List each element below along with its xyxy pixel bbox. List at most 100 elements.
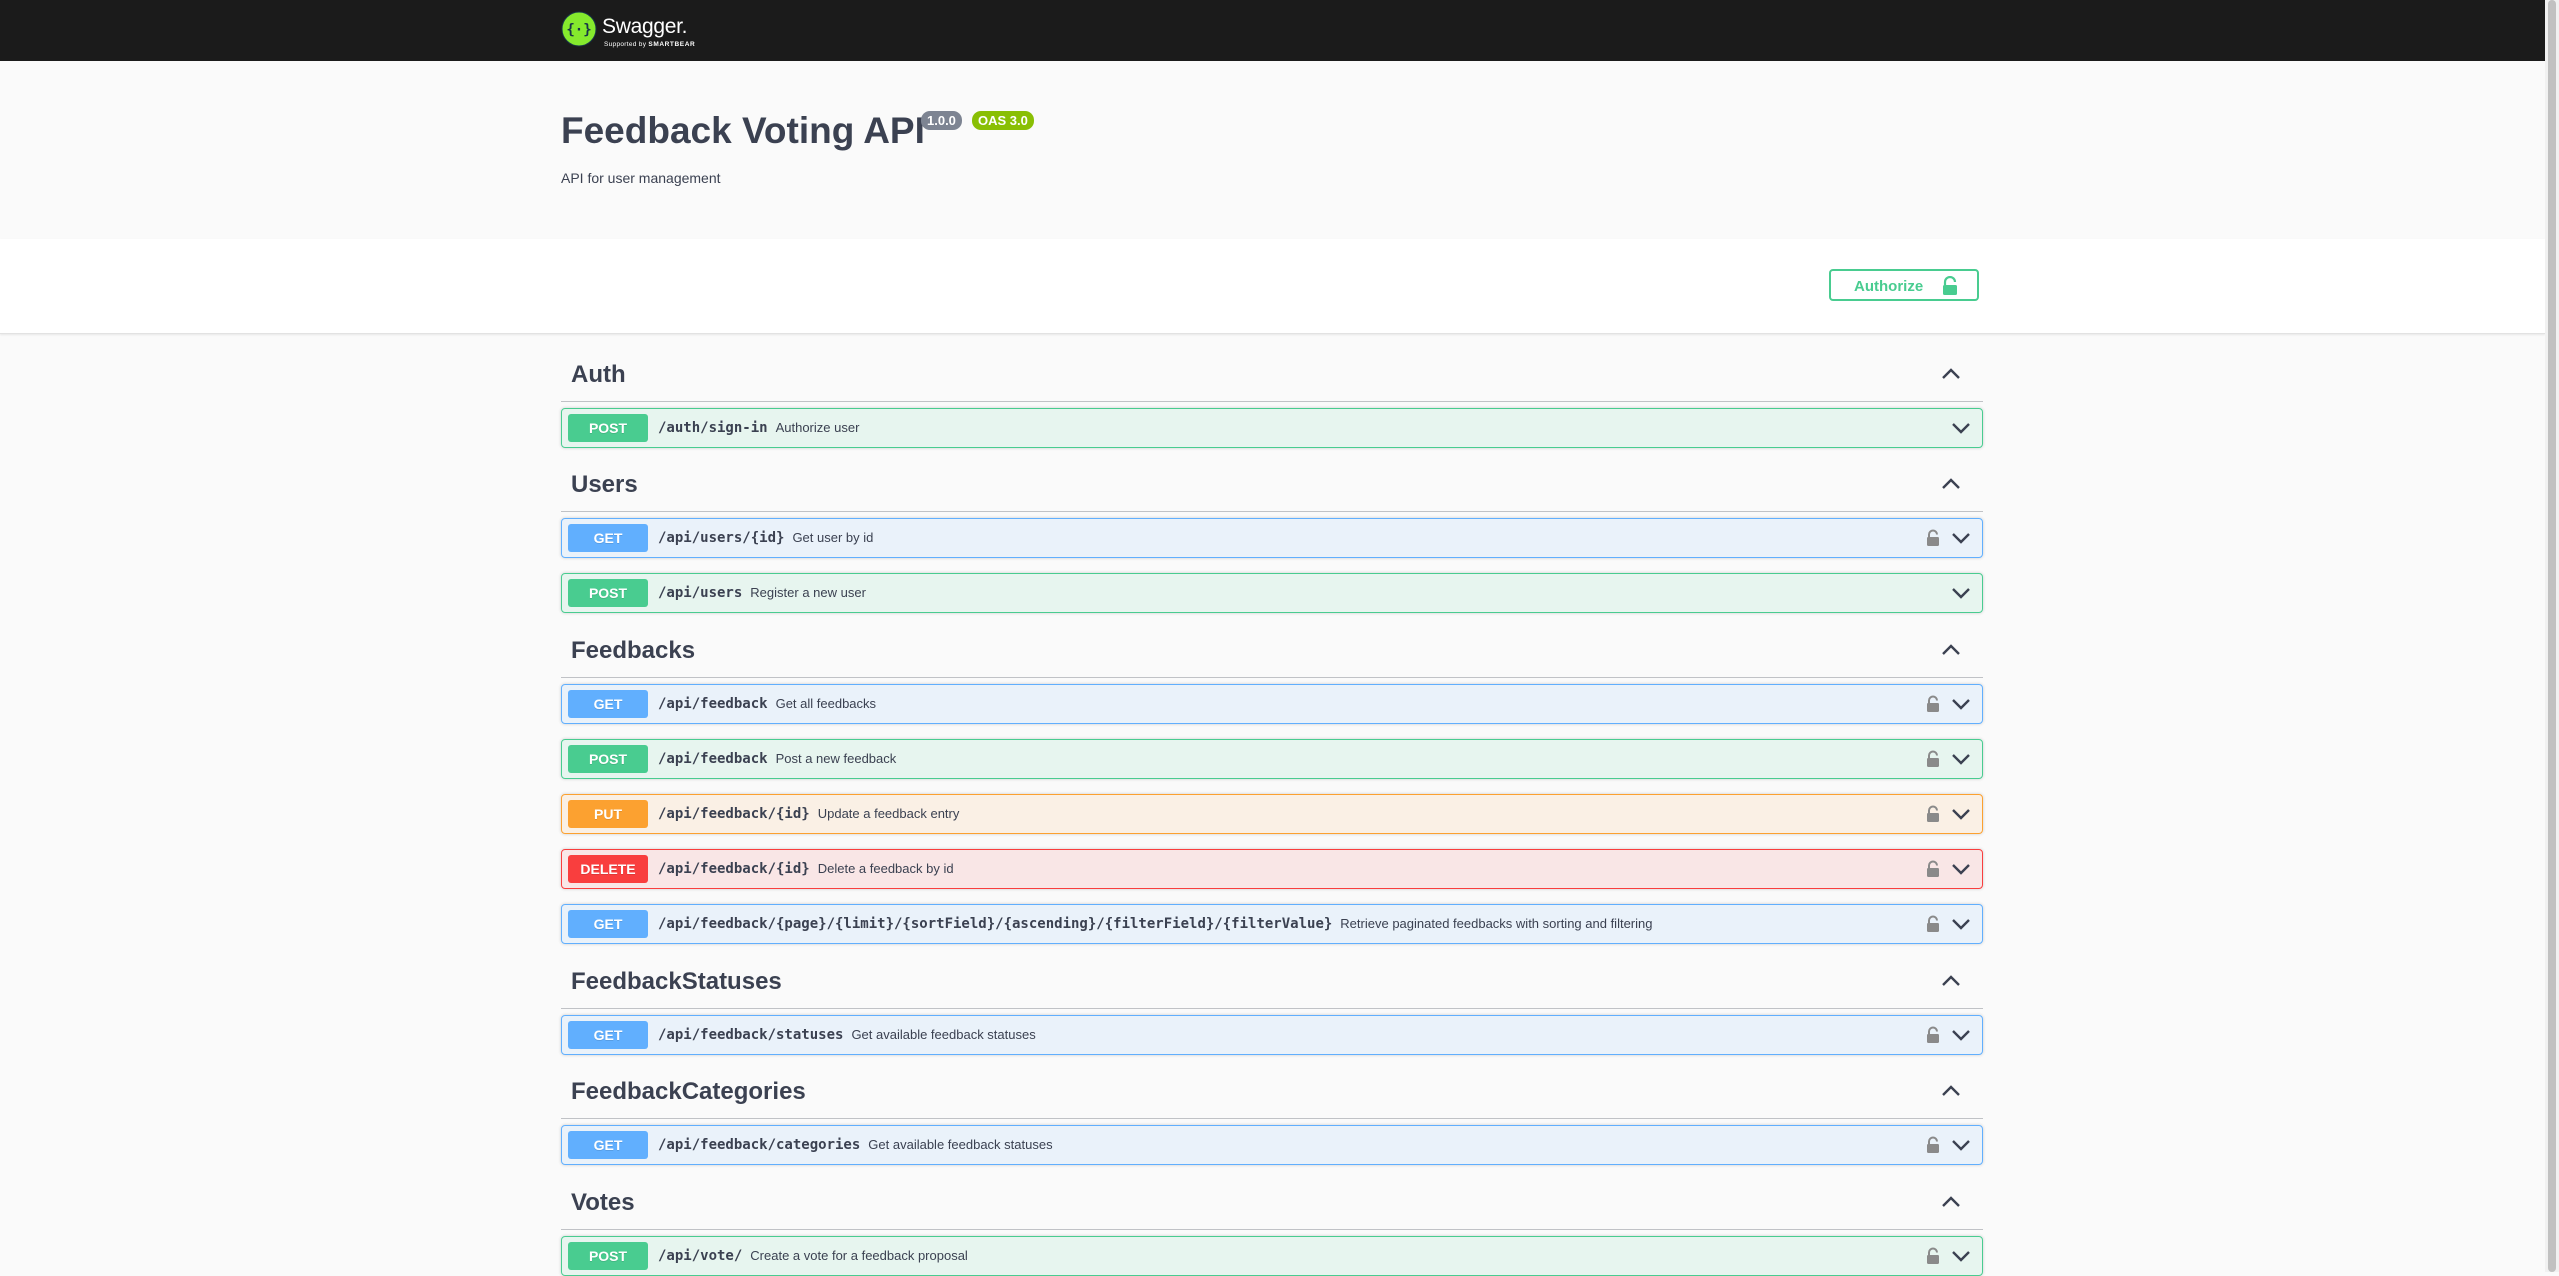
swagger-logo[interactable]: {·} Swagger. Supported by SMARTBEAR bbox=[561, 11, 721, 51]
operation-summary: Update a feedback entry bbox=[817, 806, 960, 821]
operation-path: /api/vote/ bbox=[658, 1248, 743, 1264]
lock-icon[interactable] bbox=[1925, 529, 1941, 547]
operation-row[interactable]: GET/api/feedback/statuses Get available f… bbox=[561, 1015, 1983, 1055]
lock-open-icon bbox=[1943, 276, 1957, 295]
expand-toggle[interactable] bbox=[1951, 862, 1971, 881]
tag-section-feedbackstatuses[interactable]: FeedbackStatuses bbox=[561, 958, 1983, 1009]
lock-icon[interactable] bbox=[1925, 1136, 1941, 1154]
operation-summary-line: /auth/sign-in Authorize user bbox=[658, 409, 859, 447]
operation-path: /api/feedback/statuses bbox=[658, 1027, 844, 1043]
lock-icon[interactable] bbox=[1925, 1247, 1941, 1265]
operation-summary: Retrieve paginated feedbacks with sortin… bbox=[1340, 916, 1653, 931]
expand-toggle[interactable] bbox=[1951, 697, 1971, 716]
method-badge: PUT bbox=[568, 800, 648, 828]
expand-toggle[interactable] bbox=[1951, 752, 1971, 771]
tag-section-auth[interactable]: Auth bbox=[561, 351, 1983, 402]
api-description: API for user management bbox=[561, 170, 721, 186]
chevron-down-icon bbox=[1952, 423, 1970, 434]
operation-summary: Register a new user bbox=[750, 585, 866, 600]
smartbear-text: SMARTBEAR bbox=[648, 41, 696, 48]
collapse-toggle[interactable] bbox=[1941, 477, 1961, 496]
authorize-button[interactable]: Authorize bbox=[1829, 269, 1979, 301]
chevron-down-icon bbox=[1952, 533, 1970, 544]
operation-row[interactable]: GET/api/feedback Get all feedbacks bbox=[561, 684, 1983, 724]
operation-summary-line: /api/users Register a new user bbox=[658, 574, 866, 612]
lock-icon[interactable] bbox=[1925, 695, 1941, 713]
tag-name: Feedbacks bbox=[571, 637, 696, 664]
collapse-toggle[interactable] bbox=[1941, 974, 1961, 993]
tag-name: Votes bbox=[571, 1189, 635, 1216]
operation-path: /api/users bbox=[658, 585, 743, 601]
chevron-up-icon bbox=[1942, 478, 1960, 489]
expand-toggle[interactable] bbox=[1951, 531, 1971, 550]
tag-section-feedbacks[interactable]: Feedbacks bbox=[561, 627, 1983, 678]
chevron-down-icon bbox=[1952, 699, 1970, 710]
operation-row[interactable]: GET/api/users/{id} Get user by id bbox=[561, 518, 1983, 558]
scheme-container: Authorize bbox=[0, 239, 2545, 334]
expand-toggle[interactable] bbox=[1951, 1138, 1971, 1157]
method-badge: POST bbox=[568, 1242, 648, 1270]
lock-icon[interactable] bbox=[1925, 1026, 1941, 1044]
operation-path: /api/users/{id} bbox=[658, 530, 785, 546]
chevron-up-icon bbox=[1942, 368, 1960, 379]
operation-row[interactable]: GET/api/feedback/{page}/{limit}/{sortFie… bbox=[561, 904, 1983, 944]
expand-toggle[interactable] bbox=[1951, 421, 1971, 440]
topbar: {·} Swagger. Supported by SMARTBEAR bbox=[0, 0, 2545, 61]
operation-summary: Create a vote for a feedback proposal bbox=[750, 1248, 968, 1263]
lock-icon[interactable] bbox=[1925, 860, 1941, 878]
expand-toggle[interactable] bbox=[1951, 586, 1971, 605]
operation-summary-line: /api/vote/Create a vote for a feedback p… bbox=[658, 1237, 968, 1275]
tag-name: Auth bbox=[571, 361, 626, 388]
chevron-down-icon bbox=[1952, 588, 1970, 599]
collapse-toggle[interactable] bbox=[1941, 1084, 1961, 1103]
chevron-down-icon bbox=[1952, 1251, 1970, 1262]
tag-section-users[interactable]: Users bbox=[561, 461, 1983, 512]
supported-by-text: Supported by bbox=[604, 41, 647, 48]
lock-icon[interactable] bbox=[1925, 805, 1941, 823]
operation-summary-line: /api/users/{id} Get user by id bbox=[658, 519, 873, 557]
operation-row[interactable]: DELETE/api/feedback/{id} Delete a feedbac… bbox=[561, 849, 1983, 889]
operation-summary: Get available feedback statuses bbox=[851, 1027, 1036, 1042]
svg-text:{·}: {·} bbox=[566, 22, 591, 38]
operation-summary-line: /api/feedback/{page}/{limit}/{sortField}… bbox=[658, 905, 1652, 943]
scrollbar-thumb[interactable] bbox=[2548, 0, 2556, 1272]
operation-summary: Delete a feedback by id bbox=[817, 861, 954, 876]
expand-toggle[interactable] bbox=[1951, 807, 1971, 826]
info-section: Feedback Voting API 1.0.0 OAS 3.0 API fo… bbox=[0, 61, 2545, 239]
operation-row[interactable]: POST/api/feedback Post a new feedback bbox=[561, 739, 1983, 779]
operation-row[interactable]: PUT/api/feedback/{id} Update a feedback e… bbox=[561, 794, 1983, 834]
operation-path: /api/feedback/{page}/{limit}/{sortField}… bbox=[658, 916, 1333, 932]
expand-toggle[interactable] bbox=[1951, 1028, 1971, 1047]
method-badge: GET bbox=[568, 910, 648, 938]
oas-badge: OAS 3.0 bbox=[972, 111, 1034, 130]
chevron-down-icon bbox=[1952, 1030, 1970, 1041]
operation-summary-line: /api/feedback/categories Get available fe… bbox=[658, 1126, 1053, 1164]
chevron-down-icon bbox=[1952, 1140, 1970, 1151]
method-badge: GET bbox=[568, 690, 648, 718]
operation-row[interactable]: GET/api/feedback/categories Get available… bbox=[561, 1125, 1983, 1165]
chevron-down-icon bbox=[1952, 919, 1970, 930]
collapse-toggle[interactable] bbox=[1941, 367, 1961, 386]
method-badge: POST bbox=[568, 414, 648, 442]
tag-name: FeedbackStatuses bbox=[571, 968, 782, 995]
tag-section-votes[interactable]: Votes bbox=[561, 1179, 1983, 1230]
authorize-label: Authorize bbox=[1854, 278, 1924, 295]
operation-summary: Get all feedbacks bbox=[775, 696, 877, 711]
operation-summary-line: /api/feedback/statuses Get available feed… bbox=[658, 1016, 1036, 1054]
chevron-down-icon bbox=[1952, 864, 1970, 875]
operation-path: /auth/sign-in bbox=[658, 420, 768, 436]
expand-toggle[interactable] bbox=[1951, 1249, 1971, 1268]
chevron-down-icon bbox=[1952, 754, 1970, 765]
supported-by: Supported by SMARTBEAR bbox=[604, 41, 695, 48]
lock-icon[interactable] bbox=[1925, 915, 1941, 933]
expand-toggle[interactable] bbox=[1951, 917, 1971, 936]
operation-row[interactable]: POST/auth/sign-in Authorize user bbox=[561, 408, 1983, 448]
lock-icon[interactable] bbox=[1925, 750, 1941, 768]
operation-row[interactable]: POST/api/vote/Create a vote for a feedba… bbox=[561, 1236, 1983, 1276]
tag-section-feedbackcategories[interactable]: FeedbackCategories bbox=[561, 1068, 1983, 1119]
collapse-toggle[interactable] bbox=[1941, 643, 1961, 662]
tag-name: Users bbox=[571, 471, 638, 498]
swagger-brand: Swagger. bbox=[602, 15, 688, 38]
operation-row[interactable]: POST/api/users Register a new user bbox=[561, 573, 1983, 613]
collapse-toggle[interactable] bbox=[1941, 1195, 1961, 1214]
